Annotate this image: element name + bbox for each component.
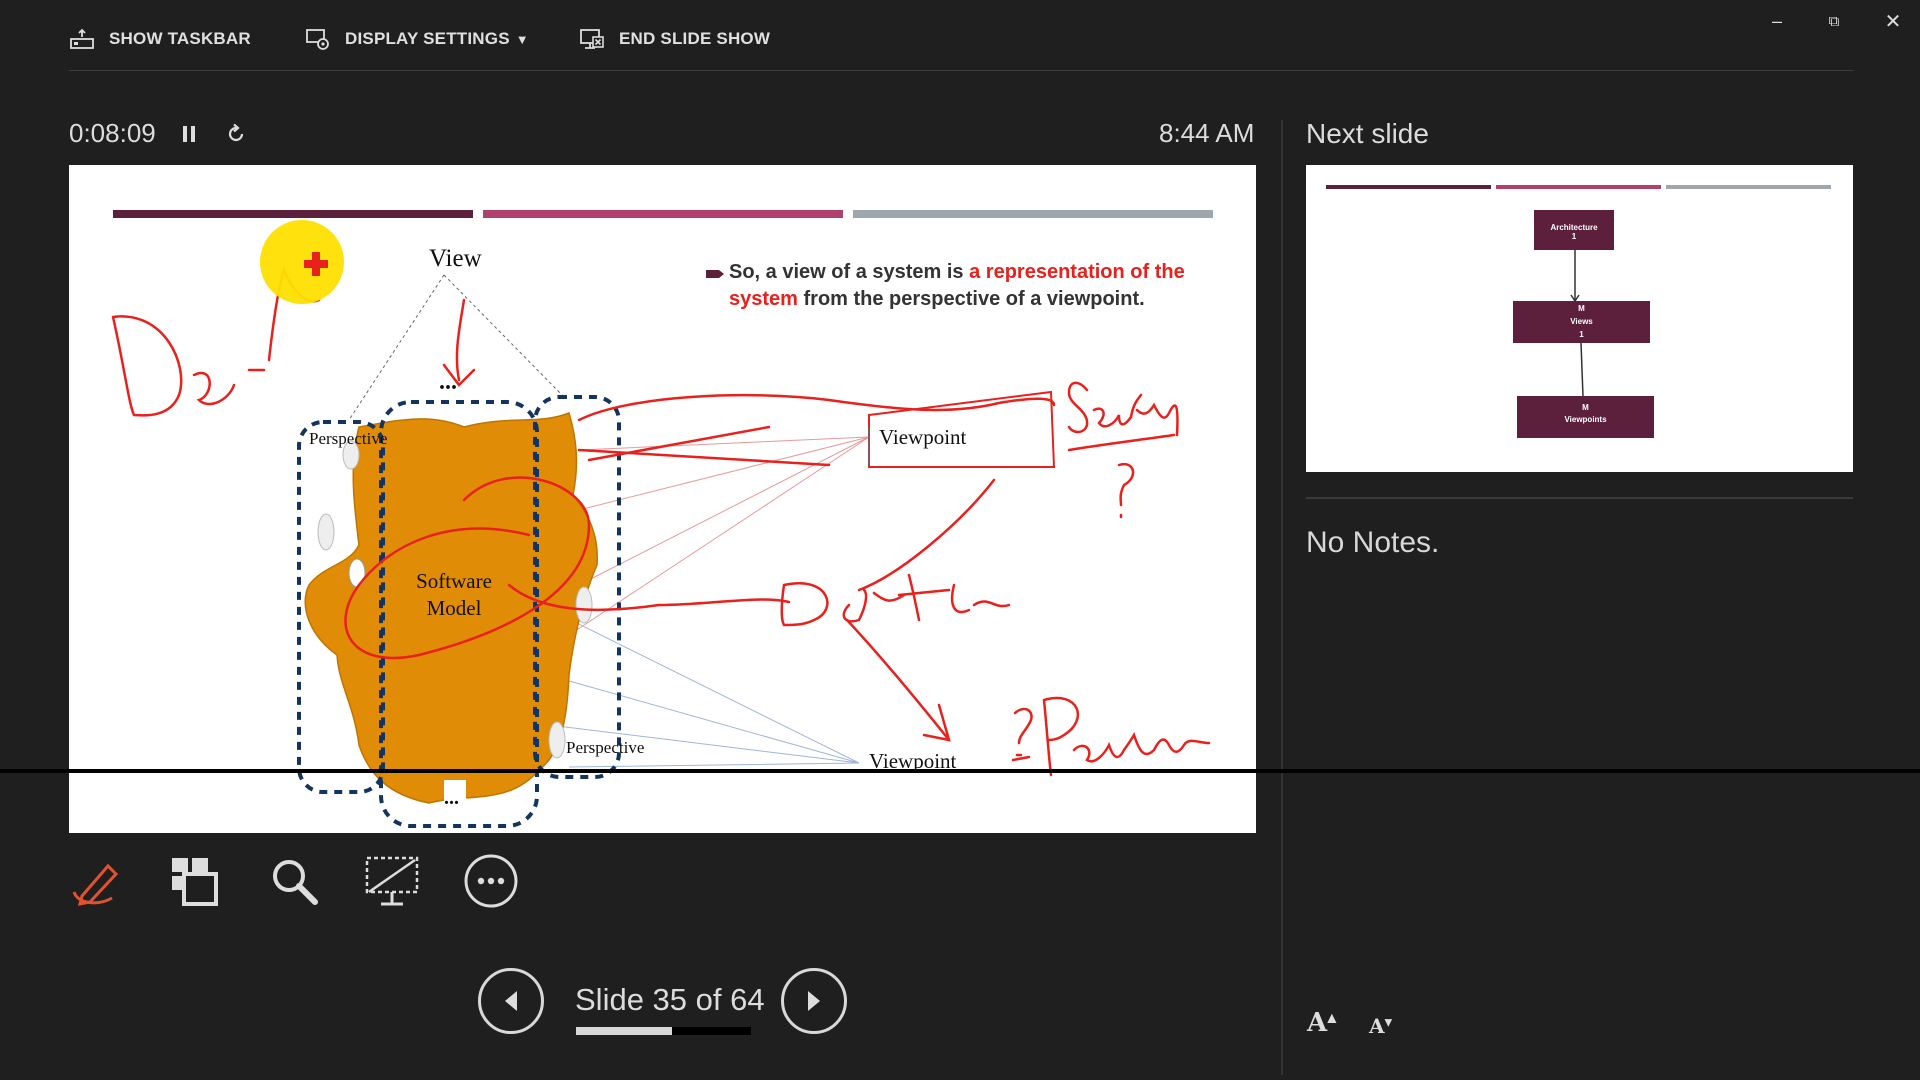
next-slide-title: Next slide <box>1306 118 1429 149</box>
zoom-button[interactable] <box>263 850 325 912</box>
pause-timer-button[interactable] <box>174 118 204 150</box>
panel-divider <box>1281 120 1283 1075</box>
screen-overlay-line <box>0 769 1920 773</box>
caret-down-icon: ▼ <box>1384 1017 1393 1029</box>
chevron-left-icon <box>505 991 517 1011</box>
current-time: 8:44 AM <box>1159 118 1255 148</box>
minimize-icon[interactable]: – <box>1757 8 1797 34</box>
elapsed-timer: 0:08:09 <box>69 118 156 148</box>
slide-top-bar-3 <box>853 210 1213 218</box>
views-box-label: M Views 1 <box>1570 304 1593 339</box>
see-all-slides-button[interactable] <box>164 850 226 912</box>
black-screen-icon <box>365 856 419 906</box>
more-options-button[interactable] <box>460 850 522 912</box>
decrease-font-label: A <box>1369 1014 1385 1038</box>
slide-counter: Slide 35 of 64 <box>575 982 765 1017</box>
speaker-notes: No Notes. <box>1306 526 1440 559</box>
slide-bullet-text: So, a view of a system is a representati… <box>729 261 1185 310</box>
taskbar-icon <box>70 28 94 49</box>
restore-icon[interactable]: ⧉ <box>1814 8 1854 34</box>
decrease-font-button[interactable]: A▼ <box>1369 1014 1392 1038</box>
view-label: View <box>429 245 482 272</box>
zoom-icon <box>273 860 318 905</box>
next-slide-thumbnail[interactable]: Architecture 1 M Views 1 M Viewpoints <box>1306 165 1853 472</box>
perspective-label-1: Perspective <box>309 429 388 448</box>
perspective-label-2: Perspective <box>566 738 645 757</box>
architecture-box-label: Architecture 1 <box>1550 223 1598 241</box>
increase-font-label: A <box>1307 1008 1328 1038</box>
next-slide-button[interactable] <box>781 968 847 1034</box>
chevron-right-icon <box>808 991 820 1011</box>
toolbar-divider <box>69 70 1854 71</box>
end-slide-show-label: END SLIDE SHOW <box>619 29 771 48</box>
software-model-label: Software Model <box>416 569 492 620</box>
display-settings-button[interactable]: DISPLAY SETTINGS ▼ <box>305 24 529 54</box>
display-settings-label: DISPLAY SETTINGS <box>345 29 510 48</box>
more-options-icon <box>464 854 518 908</box>
current-slide[interactable]: So, a view of a system is a representati… <box>69 165 1256 833</box>
display-settings-icon <box>306 29 329 50</box>
viewpoints-box-label: M Viewpoints <box>1564 403 1607 424</box>
notes-divider <box>1306 497 1853 499</box>
increase-font-button[interactable]: A▲ <box>1307 1008 1336 1038</box>
close-icon[interactable]: ✕ <box>1873 8 1913 34</box>
pen-tool-button[interactable] <box>66 850 128 912</box>
chevron-down-icon: ▼ <box>515 31 529 47</box>
laser-highlight <box>260 220 344 304</box>
slide-top-bar-2 <box>483 210 843 218</box>
ink-annotations <box>111 266 1211 777</box>
pen-tool-icon <box>72 863 119 906</box>
show-taskbar-label: SHOW TASKBAR <box>109 29 251 48</box>
slide-progress-fill <box>576 1027 672 1035</box>
end-slide-show-button[interactable]: END SLIDE SHOW <box>579 24 770 54</box>
dots-bottom-label: ... <box>444 787 459 809</box>
previous-slide-button[interactable] <box>478 968 544 1034</box>
reset-icon <box>228 123 244 142</box>
bullet-arrow <box>706 270 724 278</box>
black-screen-button[interactable] <box>361 850 423 912</box>
reset-timer-button[interactable] <box>221 118 251 150</box>
show-taskbar-button[interactable]: SHOW TASKBAR <box>69 24 251 54</box>
viewpoint-label-1: Viewpoint <box>879 425 967 449</box>
dots-top-label: ... <box>439 369 457 395</box>
caret-up-icon: ▲ <box>1327 1010 1337 1025</box>
slide-progress-bar <box>576 1027 751 1035</box>
see-all-slides-icon <box>172 858 218 906</box>
end-slide-show-icon <box>580 29 604 49</box>
pause-icon <box>183 126 195 142</box>
slide-top-bar-1 <box>113 210 473 218</box>
